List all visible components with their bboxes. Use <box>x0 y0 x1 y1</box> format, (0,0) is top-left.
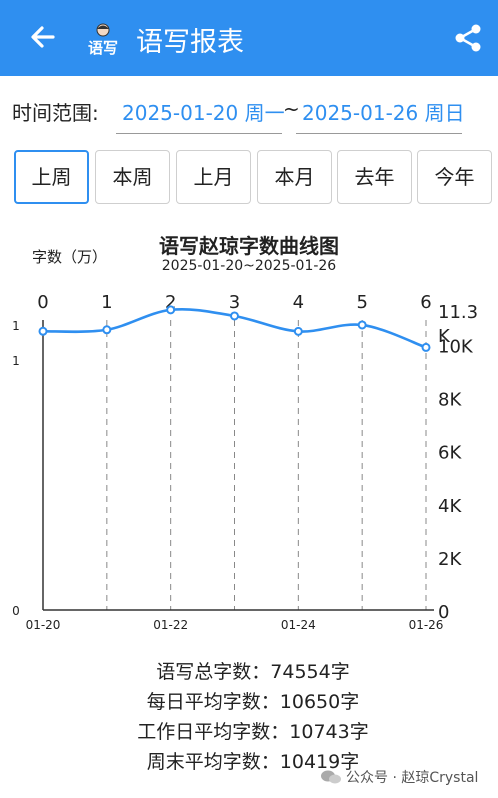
summary-stats: 语写总字数：74554字 每日平均字数：10650字 工作日平均字数：10743… <box>0 657 498 777</box>
end-date-underline <box>296 133 462 134</box>
y-tick-left: 0 <box>12 604 20 618</box>
y-tick-right: 6K <box>438 443 462 464</box>
y-tick-right: 8K <box>438 390 462 411</box>
logo-text: 语写 <box>87 39 118 57</box>
wechat-icon <box>321 770 341 784</box>
back-arrow-icon[interactable] <box>26 20 60 54</box>
y-axis-label: 字数（万） <box>32 248 108 266</box>
x-tick-bottom: 01-20 <box>26 618 61 632</box>
app-bar: 语写 语写报表 <box>0 0 498 76</box>
page-title: 语写报表 <box>136 27 244 58</box>
y-tick-right: 2K <box>438 549 462 570</box>
stat-daily-average: 每日平均字数：10650字 <box>146 691 360 713</box>
y-tick-right: 0 <box>438 602 449 623</box>
data-point <box>357 320 367 330</box>
range-separator: ~ <box>283 97 300 121</box>
app-logo: 语写 <box>84 21 122 59</box>
x-tick-bottom: 01-24 <box>281 618 316 632</box>
x-tick-top: 0 <box>37 292 48 313</box>
data-point <box>421 342 431 352</box>
share-icon[interactable] <box>452 22 484 54</box>
x-tick-top: 3 <box>229 292 240 313</box>
x-tick-top: 6 <box>420 292 431 313</box>
y-tick-left: 1 <box>12 319 20 333</box>
range-label: 时间范围: <box>12 101 99 125</box>
watermark-text: 公众号 · 赵琼Crystal <box>346 770 479 786</box>
y-tick-left: 1 <box>12 354 20 368</box>
start-date-field[interactable]: 2025-01-20 周一 <box>122 97 285 126</box>
start-date-underline <box>116 133 282 134</box>
period-button-this-month[interactable]: 本月 <box>257 150 332 204</box>
data-point <box>38 326 48 336</box>
x-tick-top: 5 <box>356 292 367 313</box>
x-tick-top: 4 <box>293 292 304 313</box>
data-point <box>102 325 112 335</box>
period-button-last-week[interactable]: 上周 <box>14 150 89 204</box>
stat-weekday-average: 工作日平均字数：10743字 <box>137 721 369 743</box>
period-selector: 上周 本周 上月 本月 去年 今年 <box>14 150 492 204</box>
y-tick-right: 4K <box>438 496 462 517</box>
y-tick-right: 11.3 <box>438 302 478 323</box>
x-tick-top: 1 <box>101 292 112 313</box>
period-button-this-week[interactable]: 本周 <box>95 150 170 204</box>
y-tick-right: K <box>438 326 451 347</box>
x-tick-bottom: 01-22 <box>153 618 188 632</box>
data-point <box>166 305 176 315</box>
stat-total: 语写总字数：74554字 <box>156 661 350 683</box>
line-chart: 0 1 2 3 4 5 601-20 01-22 01-24 01-2602K4K6K8K10K1… <box>12 292 478 632</box>
data-point <box>293 326 303 336</box>
period-button-last-year[interactable]: 去年 <box>337 150 412 204</box>
end-date-field[interactable]: 2025-01-26 周日 <box>302 97 465 126</box>
period-button-this-year[interactable]: 今年 <box>417 150 492 204</box>
period-button-last-month[interactable]: 上月 <box>176 150 251 204</box>
data-point <box>230 311 239 321</box>
